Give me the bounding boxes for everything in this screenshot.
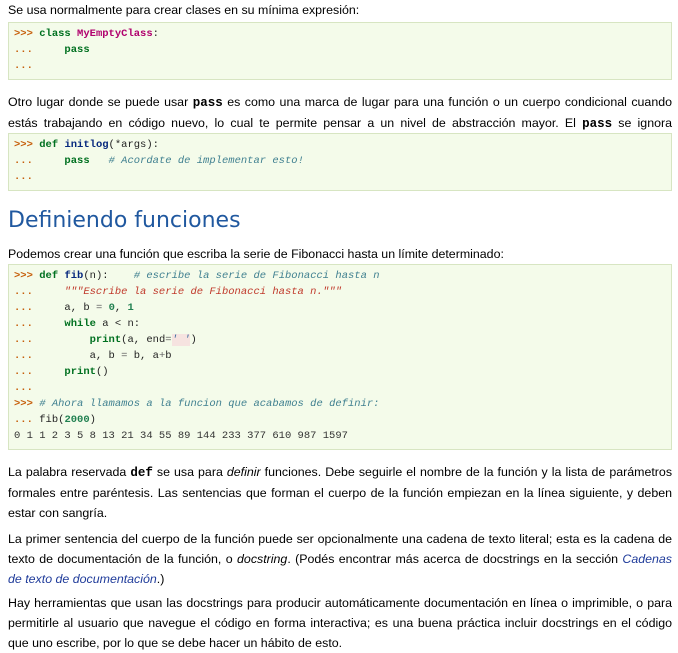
- prompt: ...: [14, 318, 65, 330]
- paragraph-docstring: La primer sentencia del cuerpo de la fun…: [8, 529, 672, 589]
- code-text: ,: [114, 302, 128, 314]
- code-text: b, a: [127, 350, 159, 362]
- keyword: pass: [64, 155, 90, 167]
- code-text: a, b: [64, 302, 96, 314]
- operator: =: [165, 334, 172, 346]
- prompt: >>>: [14, 28, 40, 40]
- keyword: while: [64, 318, 96, 330]
- comment: # escribe la serie de Fibonacci hasta n: [133, 270, 380, 282]
- text: . (Podés encontrar más acerca de docstri…: [287, 552, 623, 566]
- prompt: ...: [14, 382, 33, 394]
- class-name: MyEmptyClass: [77, 28, 153, 40]
- number: 2000: [64, 414, 90, 426]
- text: .): [156, 572, 165, 586]
- prompt: >>>: [14, 139, 40, 151]
- comment: # Ahora llamamos a la funcion que acabam…: [39, 398, 380, 410]
- prompt: ...: [14, 414, 40, 426]
- prompt: ...: [14, 44, 65, 56]
- prompt: ...: [14, 60, 33, 72]
- text: La palabra reservada: [8, 465, 131, 479]
- comment: # Acordate de implementar esto!: [108, 155, 304, 167]
- paragraph-tools: Hay herramientas que usan las docstrings…: [8, 596, 672, 650]
- code-text: :: [152, 28, 159, 40]
- function-name: fib: [64, 270, 84, 282]
- keyword: def: [39, 139, 59, 151]
- code-text: (): [95, 366, 109, 378]
- section-heading: Definiendo funciones: [8, 208, 241, 233]
- docstring: """Escribe la serie de Fibonacci hasta n…: [64, 286, 342, 298]
- builtin: print: [64, 366, 96, 378]
- code-text: (a, end: [121, 334, 166, 346]
- code-text: (*args):: [108, 139, 159, 151]
- prompt: ...: [14, 366, 65, 378]
- keyword: class: [39, 28, 71, 40]
- keyword: pass: [64, 44, 90, 56]
- paragraph-intro: Se usa normalmente para crear clases en …: [8, 3, 360, 17]
- prompt: ...: [14, 286, 65, 298]
- inline-code: def: [130, 466, 153, 480]
- number: 1: [127, 302, 134, 314]
- prompt: ...: [14, 171, 33, 183]
- paragraph-fibonacci: Podemos crear una función que escriba la…: [8, 247, 504, 261]
- code-block-fib: >>> def fib(n): # escribe la serie de Fi…: [8, 264, 672, 450]
- code-text: b: [165, 350, 172, 362]
- code-text: ): [190, 334, 197, 346]
- emphasis: definir: [226, 465, 261, 479]
- prompt: >>>: [14, 270, 40, 282]
- function-name: initlog: [64, 139, 109, 151]
- inline-code: pass: [582, 117, 613, 131]
- prompt: ...: [14, 350, 90, 362]
- inline-code: pass: [192, 96, 223, 110]
- string-literal: ' ': [171, 334, 191, 346]
- code-text: ): [89, 414, 96, 426]
- prompt: ...: [14, 334, 90, 346]
- code-block-empty-class: >>> class MyEmptyClass: ... pass ...: [8, 22, 672, 80]
- emphasis: docstring: [237, 552, 288, 566]
- program-output: 0 1 1 2 3 5 8 13 21 34 55 89 144 233 377…: [14, 430, 348, 442]
- code-text: fib(: [39, 414, 65, 426]
- text: Otro lugar donde se puede usar: [8, 95, 193, 109]
- text: se usa para: [152, 465, 227, 479]
- code-block-initlog: >>> def initlog(*args): ... pass # Acord…: [8, 133, 672, 191]
- prompt: ...: [14, 155, 65, 167]
- paragraph-def: La palabra reservada def se usa para def…: [8, 462, 672, 523]
- code-text: (n):: [83, 270, 134, 282]
- keyword: def: [39, 270, 59, 282]
- prompt: ...: [14, 302, 65, 314]
- builtin: print: [89, 334, 122, 346]
- prompt: >>>: [14, 398, 40, 410]
- code-text: a, b: [89, 350, 122, 362]
- code-text: a < n:: [95, 318, 141, 330]
